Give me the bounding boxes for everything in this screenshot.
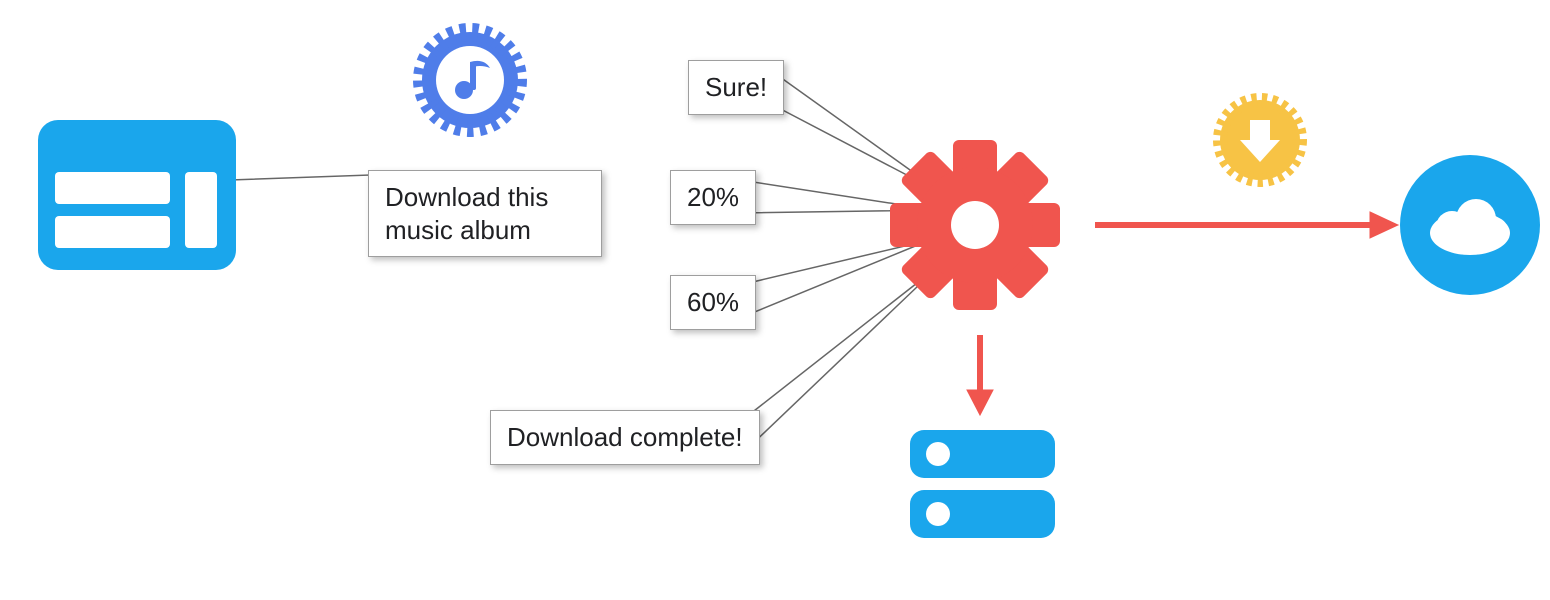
storage-icon [910, 430, 1055, 538]
request-label: Download this music album [368, 170, 602, 257]
arrow-down-icon [967, 335, 993, 415]
callout-lines [230, 72, 945, 451]
app-window-icon [38, 120, 236, 270]
progress1-label: 20% [670, 170, 756, 225]
diagram-stage: Download this music album Sure! 20% 60% … [0, 0, 1550, 600]
arrow-right-icon [1095, 212, 1398, 238]
gear-icon [855, 105, 1095, 345]
cloud-icon [1400, 155, 1540, 295]
download-badge-icon [1220, 100, 1300, 180]
progress2-label: 60% [670, 275, 756, 330]
music-badge-icon [422, 32, 518, 128]
ack-label: Sure! [688, 60, 784, 115]
complete-label: Download complete! [490, 410, 760, 465]
